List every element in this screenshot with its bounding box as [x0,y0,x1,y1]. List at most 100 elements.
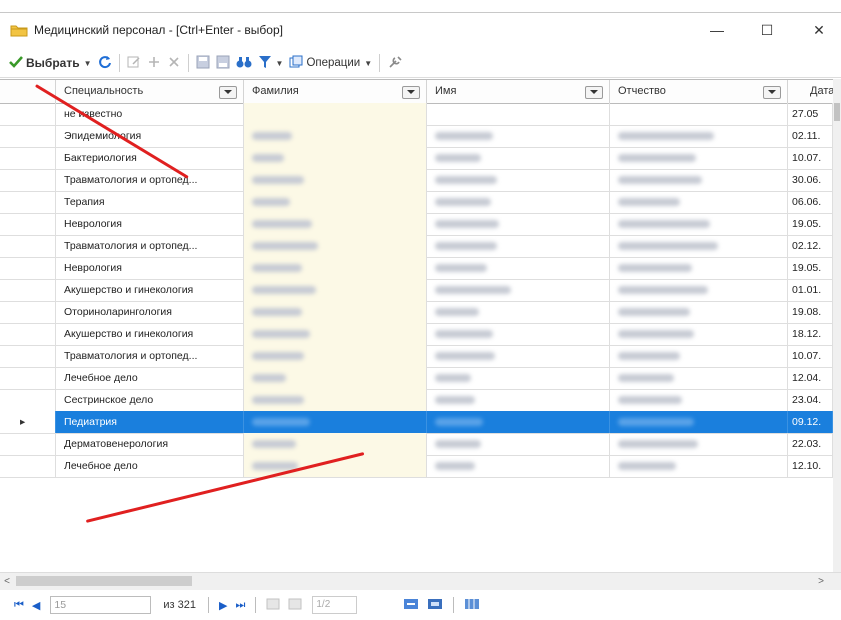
cell-name[interactable] [427,389,610,411]
cell-specialty[interactable]: Неврология [56,213,244,235]
cell-surname[interactable] [244,411,427,433]
row-indicator[interactable] [0,169,56,191]
cell-patronymic[interactable] [610,411,788,433]
cell-name[interactable] [427,235,610,257]
cell-patronymic[interactable] [610,301,788,323]
table-row[interactable]: Травматология и ортопед... 10.07. [0,345,833,368]
cell-patronymic[interactable] [610,367,788,389]
cell-name[interactable] [427,213,610,235]
cell-specialty[interactable]: Дерматовенерология [56,433,244,455]
cell-name[interactable] [427,433,610,455]
cell-name[interactable] [427,169,610,191]
cell-patronymic[interactable] [610,147,788,169]
close-button[interactable]: ✕ [800,13,838,47]
column-header-patronymic[interactable]: Отчество [610,80,788,103]
column-filter-dropdown[interactable] [585,86,603,99]
row-indicator[interactable] [0,455,56,477]
cell-date[interactable]: 22.03. [788,433,833,455]
cell-patronymic[interactable] [610,257,788,279]
cell-surname[interactable] [244,323,427,345]
scroll-left-arrow[interactable]: < [0,573,14,590]
cell-date[interactable]: 06.06. [788,191,833,213]
cell-patronymic[interactable] [610,235,788,257]
table-row[interactable]: Лечебное дело 12.04. [0,367,833,390]
table-row[interactable]: не известно 27.05 [0,103,833,126]
row-indicator[interactable] [0,301,56,323]
export-icon[interactable] [403,598,419,613]
save-button[interactable] [193,52,213,74]
cell-specialty[interactable]: Терапия [56,191,244,213]
cell-name[interactable] [427,279,610,301]
page-field[interactable]: 1/2 [312,596,358,614]
cell-name[interactable] [427,345,610,367]
cell-patronymic[interactable] [610,323,788,345]
row-indicator[interactable] [0,323,56,345]
cell-name[interactable] [427,147,610,169]
cell-date[interactable]: 27.05 [788,103,833,125]
cell-specialty[interactable]: Педиатрия [56,411,244,433]
cell-surname[interactable] [244,213,427,235]
row-indicator[interactable] [0,213,56,235]
cell-surname[interactable] [244,147,427,169]
table-row[interactable]: Терапия 06.06. [0,191,833,214]
cell-specialty[interactable]: Травматология и ортопед... [56,235,244,257]
row-indicator[interactable] [0,279,56,301]
cell-patronymic[interactable] [610,169,788,191]
cell-date[interactable]: 10.07. [788,147,833,169]
cell-date[interactable]: 19.05. [788,257,833,279]
horizontal-scrollbar[interactable]: < > [0,572,841,590]
cell-patronymic[interactable] [610,103,788,125]
column-filter-dropdown[interactable] [219,86,237,99]
next-page-icon[interactable] [288,598,302,613]
row-indicator[interactable] [0,389,56,411]
delete-button[interactable] [164,52,184,74]
cell-date[interactable]: 19.05. [788,213,833,235]
operations-button[interactable]: Операции ▼ [286,52,375,74]
row-indicator[interactable] [0,125,56,147]
table-row[interactable]: Дерматовенерология 22.03. [0,433,833,456]
column-header-date[interactable]: Дата [788,80,833,103]
cell-patronymic[interactable] [610,345,788,367]
cell-surname[interactable] [244,345,427,367]
settings-button[interactable] [384,52,406,74]
table-row[interactable]: Неврология 19.05. [0,213,833,236]
cell-patronymic[interactable] [610,125,788,147]
column-header-name[interactable]: Имя [427,80,610,103]
grid-settings-icon[interactable] [427,598,443,613]
table-row[interactable]: Бактериология 10.07. [0,147,833,170]
table-row[interactable]: Травматология и ортопед... 02.12. [0,235,833,258]
cell-name[interactable] [427,103,610,125]
scroll-right-arrow[interactable]: > [814,573,828,590]
cell-specialty[interactable]: Травматология и ортопед... [56,169,244,191]
cell-date[interactable]: 02.11. [788,125,833,147]
row-indicator[interactable]: ▸ [0,411,56,433]
row-indicator[interactable] [0,433,56,455]
table-row[interactable]: Сестринское дело 23.04. [0,389,833,412]
cell-surname[interactable] [244,433,427,455]
row-indicator[interactable] [0,257,56,279]
cell-date[interactable]: 23.04. [788,389,833,411]
row-indicator[interactable] [0,147,56,169]
column-header-surname[interactable]: Фамилия [244,80,427,103]
refresh-button[interactable] [95,52,115,74]
cell-name[interactable] [427,301,610,323]
cell-date[interactable]: 09.12. [788,411,833,433]
columns-icon[interactable] [464,598,480,613]
cell-name[interactable] [427,411,610,433]
cell-surname[interactable] [244,389,427,411]
select-button[interactable]: Выбрать ▼ [6,52,95,74]
cell-specialty[interactable]: Бактериология [56,147,244,169]
cell-name[interactable] [427,191,610,213]
cell-specialty[interactable]: Сестринское дело [56,389,244,411]
cell-date[interactable]: 10.07. [788,345,833,367]
cell-specialty[interactable]: Оториноларингология [56,301,244,323]
vertical-scrollbar[interactable] [833,79,841,572]
cell-specialty[interactable]: Акушерство и гинекология [56,279,244,301]
cell-name[interactable] [427,367,610,389]
cell-patronymic[interactable] [610,279,788,301]
operations-dropdown-arrow[interactable]: ▼ [364,59,372,68]
next-record-button[interactable]: ▶ [219,599,227,612]
cell-specialty[interactable]: Неврология [56,257,244,279]
table-row[interactable]: Травматология и ортопед... 30.06. [0,169,833,192]
cell-date[interactable]: 12.10. [788,455,833,477]
